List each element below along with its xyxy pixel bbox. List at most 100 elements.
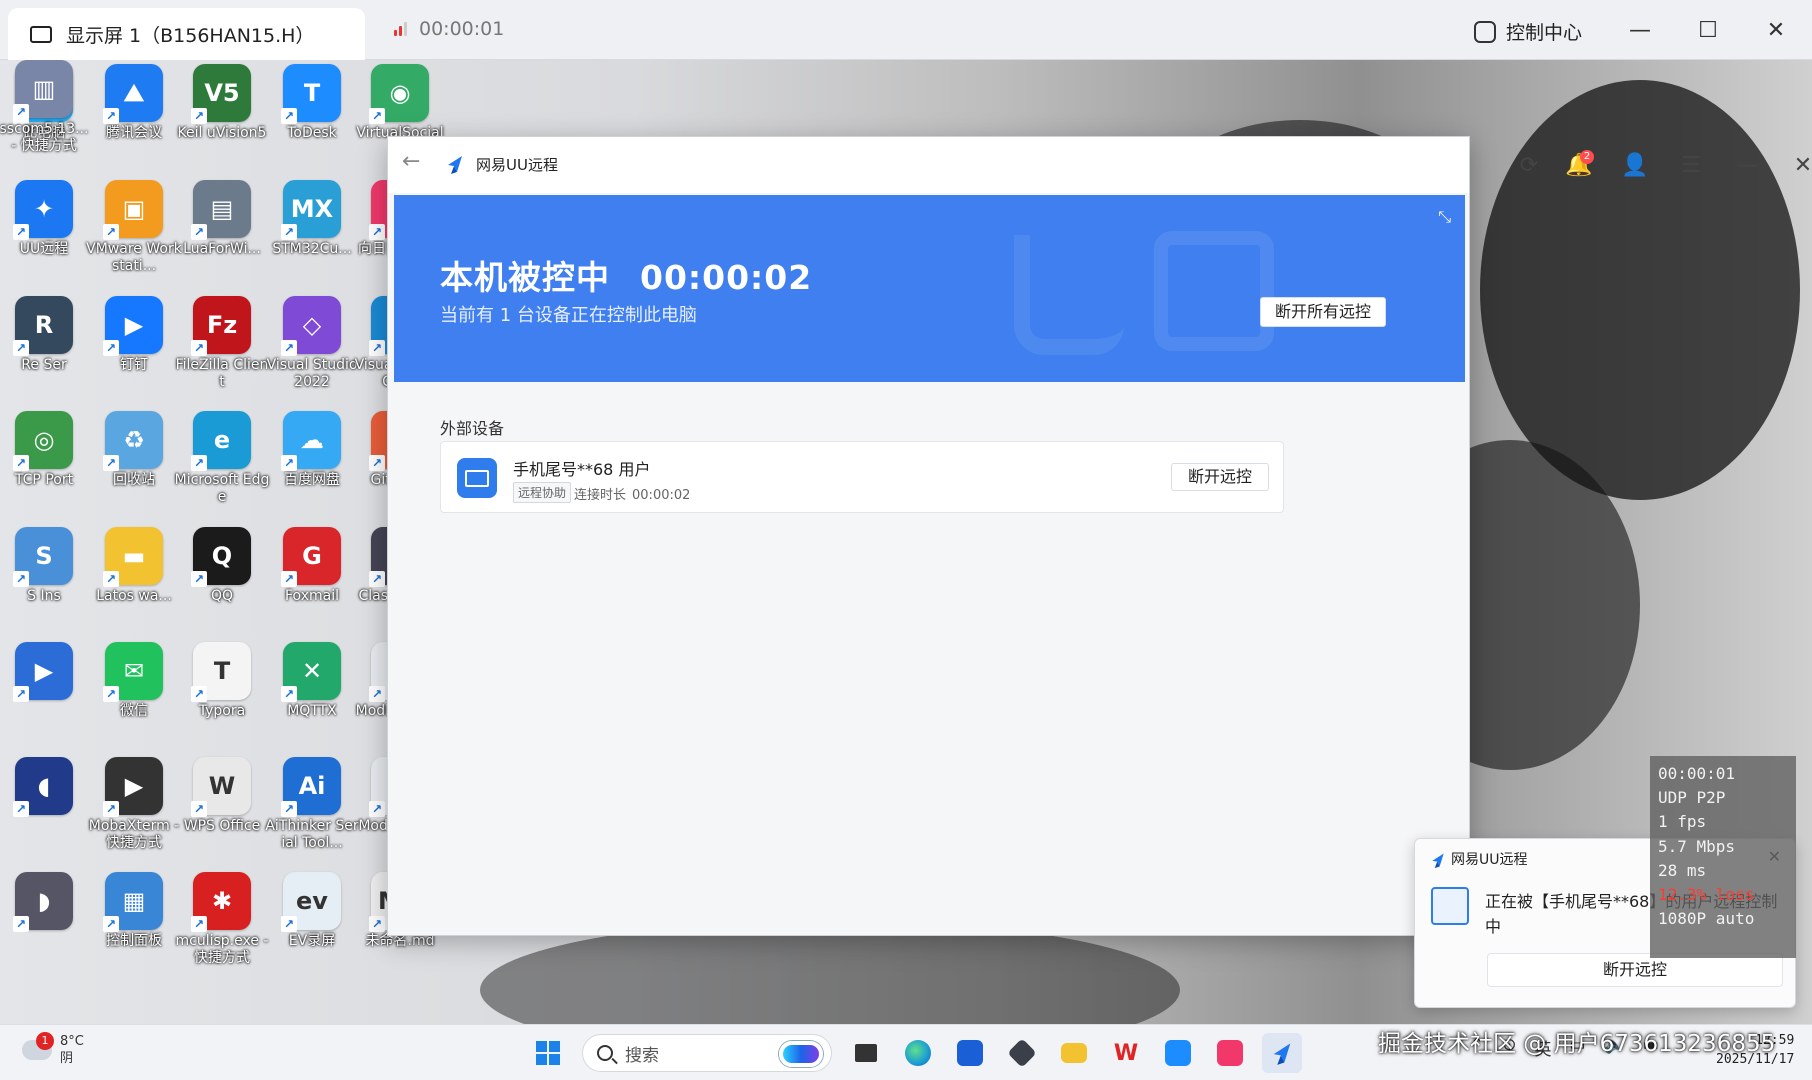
desktop-icon[interactable]: ▣ ↗ VMware Workstati... (86, 180, 182, 275)
desktop-icon[interactable]: W ↗ WPS Office (178, 757, 266, 835)
shortcut-arrow-icon: ↗ (103, 916, 119, 932)
desktop-icon[interactable]: T ↗ Typora (178, 642, 266, 720)
desktop-icon[interactable]: ▶ ↗ (0, 642, 88, 703)
desktop-icon-label: Foxmail (285, 588, 339, 604)
desktop-icon[interactable]: ▦ ↗ 控制面板 (90, 872, 178, 950)
desktop-icon-label: mculisp.exe - 快捷方式 (175, 933, 269, 966)
copilot-icon[interactable] (779, 1041, 823, 1067)
desktop-icon[interactable]: ◎ ↗ TCP Port (0, 411, 88, 489)
desktop-icon[interactable]: ◖ ↗ (0, 757, 88, 818)
taskbar-search[interactable]: 搜索 (582, 1034, 832, 1072)
toast-disconnect-button[interactable]: 断开远控 (1487, 953, 1783, 987)
back-arrow-icon[interactable]: ← (402, 149, 420, 174)
desktop-icon[interactable]: MX ↗ STM32Cu... (268, 180, 356, 258)
device-name: 手机尾号**68 用户 (513, 460, 651, 479)
device-duration: 连接时长 00:00:02 (574, 484, 690, 503)
desktop-icon[interactable]: ev ↗ EV录屏 (268, 872, 356, 950)
collapse-icon[interactable]: ⤡ (1438, 207, 1451, 227)
shortcut-arrow-icon: ↗ (281, 224, 297, 240)
viewer-minimize-button[interactable]: — (1620, 14, 1660, 46)
display-tab[interactable]: 显示屏 1（B156HAN15.H） (8, 8, 365, 60)
desktop-icon[interactable]: T ↗ ToDesk (268, 64, 356, 142)
desktop-icon[interactable]: ▤ ↗ LuaForWi... (178, 180, 266, 258)
desktop-icon[interactable]: ◇ ↗ Visual Studio 2022 (267, 296, 357, 391)
control-center-button[interactable]: 控制中心 (1474, 18, 1582, 45)
desktop-icon[interactable]: e ↗ Microsoft Edge (175, 411, 269, 506)
shortcut-arrow-icon: ↗ (13, 571, 29, 587)
desktop-icon[interactable]: ◗ ↗ (0, 872, 88, 933)
shortcut-arrow-icon: ↗ (13, 340, 29, 356)
search-icon (597, 1045, 613, 1061)
uu-remote-window: ← 网易UU远程 ⟳ 🔔 2 👤 ☰ — ✕ ⤡ 本机被控中 00:00:02 当前… (387, 136, 1812, 936)
taskbar-wps[interactable]: W (1106, 1033, 1146, 1073)
device-card: 手机尾号**68 用户 远程协助 连接时长 00:00:02 断开远控 (440, 441, 1284, 513)
disconnect-all-button[interactable]: 断开所有远控 (1260, 297, 1386, 327)
controlled-status-banner: ⤡ 本机被控中 00:00:02 当前有 1 台设备正在控制此电脑 断开所有远控 (394, 195, 1465, 382)
shortcut-arrow-icon: ↗ (191, 340, 207, 356)
desktop-icon[interactable]: ✕ ↗ MQTTX (268, 642, 356, 720)
desktop-icon[interactable]: G ↗ Foxmail (268, 527, 356, 605)
desktop-icon[interactable]: Ai ↗ AiThinker Serial Tool... (265, 757, 359, 852)
shortcut-arrow-icon: ↗ (191, 108, 207, 124)
desktop-icon-label: 回收站 (113, 472, 155, 488)
app-icon: ▦ ↗ (103, 872, 163, 932)
app-icon: e ↗ (191, 411, 251, 471)
desktop-icon[interactable]: ▶ ↗ MobaXterm - 快捷方式 (89, 757, 179, 852)
status-subtitle: 当前有 1 台设备正在控制此电脑 (440, 305, 697, 326)
start-button[interactable] (528, 1033, 568, 1073)
minimize-button[interactable]: — (1732, 150, 1762, 180)
uu-titlebar: ← 网易UU远程 ⟳ 🔔 2 👤 ☰ — ✕ (388, 137, 1812, 193)
app-icon: Q ↗ (191, 527, 251, 587)
taskbar-edge[interactable] (898, 1033, 938, 1073)
user-icon[interactable]: 👤 (1620, 150, 1650, 180)
viewer-maximize-button[interactable]: ☐ (1688, 14, 1728, 46)
shortcut-arrow-icon: ↗ (103, 455, 119, 471)
control-center-label: 控制中心 (1506, 22, 1583, 44)
controlled-status-title: 本机被控中 00:00:02 (440, 251, 812, 299)
shortcut-arrow-icon: ↗ (13, 455, 29, 471)
duration-value: 00:00:02 (632, 488, 691, 503)
stat-latency: 28 ms (1658, 860, 1707, 880)
desktop-icon[interactable]: ✉ ↗ 微信 (90, 642, 178, 720)
taskbar-explorer[interactable] (1054, 1033, 1094, 1073)
taskbar-sunlogin[interactable] (1210, 1033, 1250, 1073)
desktop-icon[interactable]: Q ↗ QQ (178, 527, 266, 605)
desktop-icon[interactable]: ▥ ↗ sscom5.13... - 快捷方式 (0, 60, 89, 155)
desktop-icon[interactable]: Fz ↗ FileZilla Client (176, 296, 268, 391)
desktop-icon-label: Typora (198, 703, 246, 719)
viewer-close-button[interactable]: ✕ (1756, 14, 1796, 46)
desktop-icon[interactable]: ♻ ↗ 回收站 (90, 411, 178, 489)
desktop-icon[interactable]: ✱ ↗ mculisp.exe - 快捷方式 (176, 872, 268, 967)
shortcut-arrow-icon: ↗ (281, 571, 297, 587)
shortcut-arrow-icon: ↗ (369, 916, 385, 932)
close-button[interactable]: ✕ (1788, 150, 1812, 180)
desktop-icon[interactable]: ▬ ↗ Latos wa... (90, 527, 178, 605)
desktop-icon[interactable]: S ↗ S Ins (0, 527, 88, 605)
taskbar-todesk[interactable] (1158, 1033, 1198, 1073)
taskbar-app-cube[interactable] (1002, 1033, 1042, 1073)
desktop-icon[interactable]: ⛰ ↗ 腾讯会议 (90, 64, 178, 142)
shortcut-arrow-icon: ↗ (369, 340, 385, 356)
app-icon: ◇ ↗ (281, 296, 341, 356)
desktop-icon-label: STM32Cu... (272, 241, 352, 257)
disconnect-button[interactable]: 断开远控 (1171, 463, 1269, 491)
refresh-icon[interactable]: ⟳ (1514, 150, 1544, 180)
app-icon: ◉ ↗ (369, 64, 429, 124)
desktop-icon[interactable]: V5 ↗ Keil uVision5 (178, 64, 266, 142)
desktop-icon[interactable]: ▶ ↗ 钉钉 (90, 296, 178, 374)
desktop-icon[interactable]: ☁ ↗ 百度网盘 (268, 411, 356, 489)
app-icon: ▬ ↗ (103, 527, 163, 587)
display-tab-label: 显示屏 1（B156HAN15.H） (66, 24, 315, 47)
taskbar-uu[interactable] (1262, 1033, 1302, 1073)
uu-logo-icon (1273, 1043, 1291, 1065)
weather-widget[interactable]: 1 8°C 阴 (22, 1032, 84, 1067)
shortcut-arrow-icon: ↗ (191, 455, 207, 471)
external-devices-heading: 外部设备 (440, 419, 505, 438)
menu-icon[interactable]: ☰ (1676, 150, 1706, 180)
desktop-icon-label: ToDesk (287, 125, 337, 141)
desktop-icon[interactable]: R ↗ Re Ser (0, 296, 88, 374)
task-view-button[interactable] (846, 1033, 886, 1073)
taskbar-store[interactable] (950, 1033, 990, 1073)
desktop-icon[interactable]: ✦ ↗ UU远程 (0, 180, 88, 258)
notification-bell-icon[interactable]: 🔔 2 (1564, 150, 1594, 180)
